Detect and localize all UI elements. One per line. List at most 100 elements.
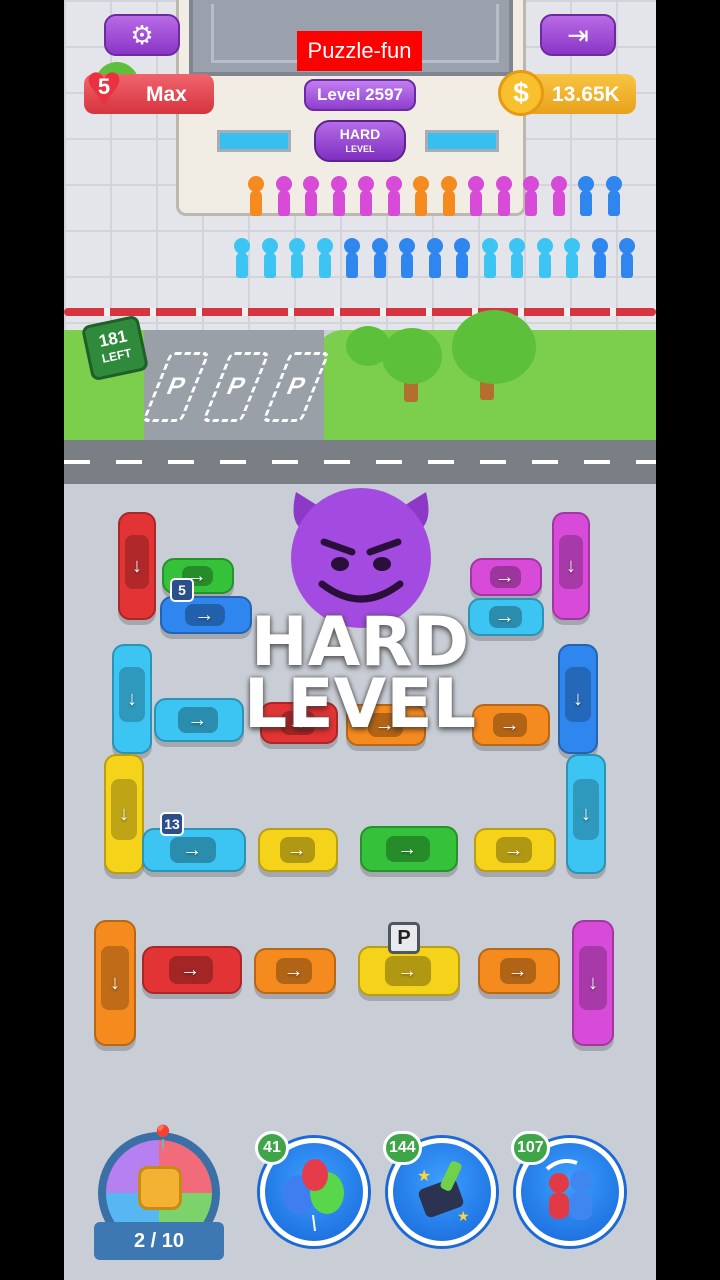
coin-icon: $	[498, 70, 544, 116]
passenger	[399, 238, 415, 278]
passenger	[426, 238, 443, 278]
arrow-down-icon: ↓	[566, 555, 576, 577]
car[interactable]: →	[258, 828, 338, 872]
coin-counter[interactable]: $ 13.65K	[498, 70, 636, 116]
passenger	[564, 238, 580, 278]
svg-text:★: ★	[417, 1168, 431, 1185]
passenger	[344, 238, 360, 278]
passenger	[385, 176, 402, 216]
car[interactable]: →	[478, 948, 560, 994]
reward-progress-label: 2 / 10	[94, 1222, 224, 1260]
svg-text:★: ★	[457, 1208, 470, 1224]
arrow-down-icon: ↓	[581, 803, 591, 825]
car[interactable]: →	[470, 558, 542, 596]
brush-booster-button[interactable]: 144 ★ ★	[383, 1131, 496, 1246]
coin-amount: 13.65K	[552, 83, 620, 106]
difficulty-sublabel: LEVEL	[345, 144, 375, 154]
car[interactable]: ↓	[104, 754, 144, 874]
lives-count: 5	[97, 74, 111, 99]
lock-icon	[138, 1166, 182, 1210]
passenger	[619, 238, 635, 278]
level-label: Level 2597	[304, 79, 416, 111]
car[interactable]: ↓	[118, 512, 156, 620]
passenger	[509, 238, 525, 278]
car[interactable]: ↓	[566, 754, 606, 874]
arrow-right-icon: →	[507, 960, 528, 982]
booster-count: 41	[255, 1131, 289, 1165]
arrow-right-icon: →	[494, 566, 515, 588]
arrow-right-icon: →	[194, 604, 215, 626]
passenger	[454, 238, 470, 278]
settings-button[interactable]: ⚙	[104, 14, 180, 56]
lives-label: Max	[146, 83, 187, 106]
arrow-right-icon: →	[286, 839, 307, 861]
passenger	[289, 238, 305, 278]
arrow-right-icon: →	[283, 960, 304, 982]
passenger	[261, 238, 278, 278]
rope-fence	[64, 296, 656, 330]
passenger	[605, 176, 622, 216]
exit-button[interactable]: ⇥	[540, 14, 616, 56]
car[interactable]: →	[254, 948, 336, 994]
arrow-down-icon: ↓	[573, 688, 583, 710]
banner-line-2: LEVEL	[243, 665, 477, 744]
passenger	[591, 238, 608, 278]
passenger	[481, 238, 498, 278]
shuffle-people-booster-button[interactable]: 107	[511, 1131, 624, 1246]
car[interactable]: ↓	[572, 920, 614, 1046]
passenger	[234, 238, 250, 278]
car[interactable]: ↓	[94, 920, 136, 1046]
passenger	[578, 176, 594, 216]
arrow-down-icon: ↓	[132, 555, 142, 577]
balloons-booster-button[interactable]: 41	[255, 1131, 368, 1246]
difficulty-label: HARD	[339, 126, 381, 142]
car[interactable]: ↓	[112, 644, 152, 754]
passenger	[275, 176, 292, 216]
car[interactable]: ↓	[558, 644, 598, 754]
parking-sign-icon: P	[388, 922, 420, 954]
gear-icon: ⚙	[130, 19, 154, 50]
arrow-right-icon: →	[397, 960, 418, 982]
difficulty-badge: HARD LEVEL	[314, 120, 406, 162]
passenger	[550, 176, 567, 216]
arrow-right-icon: →	[503, 839, 524, 861]
car[interactable]: →	[142, 946, 242, 994]
arrow-down-icon: ↓	[110, 972, 120, 994]
arrow-down-icon: ↓	[127, 688, 137, 710]
passenger	[371, 238, 388, 278]
passenger	[495, 176, 512, 216]
arrow-right-icon: →	[182, 839, 202, 861]
locked-car-badge: 5	[170, 578, 194, 602]
passenger	[330, 176, 347, 216]
devil-eye-left	[331, 557, 349, 571]
passenger	[316, 238, 333, 278]
heart-icon: ♥ 5	[76, 56, 132, 118]
lives-indicator[interactable]: ♥ 5 Max	[84, 56, 214, 118]
arrow-right-icon: →	[187, 709, 208, 731]
exit-door-icon: ⇥	[567, 19, 589, 50]
hard-level-banner: HARD LEVEL	[214, 609, 506, 744]
booster-count: 144	[383, 1131, 422, 1165]
game-screen: P P P 181 LEFT ⚙ ⇥ Puzzle-fun ♥ 5 Max Lev…	[64, 0, 656, 1280]
tree	[382, 328, 442, 384]
booster-count: 107	[511, 1131, 550, 1165]
map-pin-icon: 📍	[148, 1125, 178, 1152]
arrow-right-icon: →	[180, 959, 201, 981]
car[interactable]: →	[360, 826, 458, 872]
passenger	[358, 176, 374, 216]
passenger	[440, 176, 457, 216]
passenger	[248, 176, 264, 216]
cars-left-board: 181 LEFT	[80, 314, 150, 382]
car[interactable]: →	[474, 828, 556, 872]
car[interactable]: →	[142, 828, 246, 872]
building-window	[425, 130, 499, 152]
arrow-down-icon: ↓	[588, 972, 598, 994]
devil-eye-right	[373, 557, 391, 571]
arrow-right-icon: →	[397, 838, 418, 860]
car[interactable]: ↓	[552, 512, 590, 620]
arrow-down-icon: ↓	[119, 803, 129, 825]
tree	[452, 310, 536, 384]
passenger	[536, 238, 553, 278]
passenger	[468, 176, 484, 216]
building-window	[217, 130, 291, 152]
